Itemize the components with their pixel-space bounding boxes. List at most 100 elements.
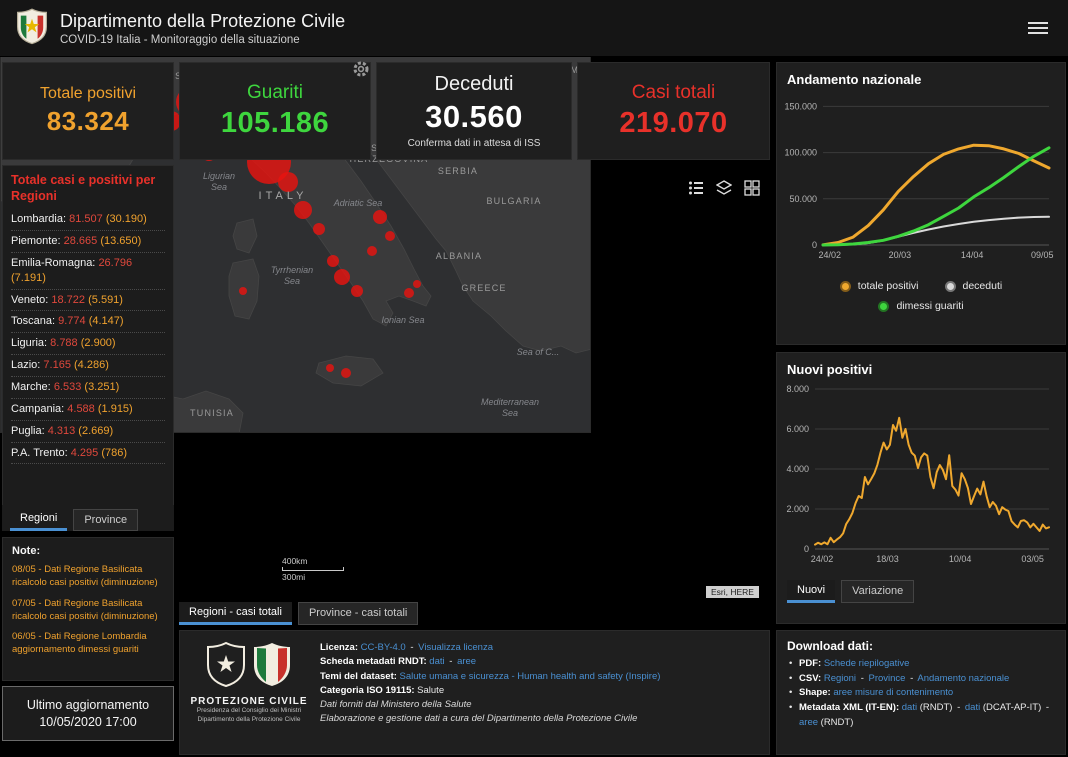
svg-text:18/03: 18/03: [876, 554, 899, 564]
region-name: Puglia:: [11, 424, 45, 437]
region-row-lazio[interactable]: Lazio: 7.165 (4.286): [11, 355, 165, 377]
tab-province[interactable]: Province: [73, 509, 139, 531]
metadata-dati-dcat-link[interactable]: dati: [965, 702, 980, 713]
tab-regioni[interactable]: Regioni: [10, 508, 68, 531]
region-name: Liguria:: [11, 337, 48, 350]
region-name: Lazio:: [11, 359, 41, 372]
separator: -: [910, 672, 914, 684]
region-positive: (2.669): [78, 424, 114, 437]
region-row-liguria[interactable]: Liguria: 8.788 (2.900): [11, 333, 165, 356]
region-name: Piemonte:: [11, 235, 61, 248]
separator: -: [957, 702, 961, 714]
regioni-list: Lombardia: 81.507 (30.190) Piemonte: 28.…: [11, 209, 165, 465]
note-item: 06/05 - Dati Regione Lombardia aggiornam…: [12, 631, 147, 656]
basemap-icon[interactable]: [744, 180, 760, 201]
region-row-piemonte[interactable]: Piemonte: 28.665 (13.650): [11, 231, 165, 253]
gear-icon[interactable]: [352, 60, 370, 78]
shape-label: Shape:: [799, 687, 831, 699]
svg-text:Adriatic Sea: Adriatic Sea: [333, 198, 383, 208]
region-total: 26.796: [98, 256, 133, 269]
tab-nuovi[interactable]: Nuovi: [787, 580, 836, 603]
region-row-lombardia[interactable]: Lombardia: 81.507 (30.190): [11, 209, 165, 232]
legend-dot: [944, 280, 956, 292]
region-total: 7.165: [43, 359, 71, 372]
region-row-puglia[interactable]: Puglia: 4.313 (2.669): [11, 421, 165, 443]
metadata-dati-rndt-link[interactable]: dati: [902, 702, 917, 713]
layers-icon[interactable]: [715, 180, 733, 201]
footer-logos: PROTEZIONE CIVILE Presidenza del Consigl…: [190, 639, 308, 746]
svg-text:6.000: 6.000: [786, 424, 809, 434]
temi-link[interactable]: Salute umana e sicurezza - Human health …: [400, 671, 661, 682]
sidebar-tabs: Regioni Province: [2, 505, 174, 531]
region-row-toscana[interactable]: Toscana: 9.774 (4.147): [11, 311, 165, 334]
last-update-box: Ultimo aggiornamento 10/05/2020 17:00: [2, 686, 174, 741]
metadata-aree-link[interactable]: aree: [799, 717, 818, 728]
region-row-veneto[interactable]: Veneto: 18.722 (5.591): [11, 290, 165, 312]
region-positive: (4.286): [74, 359, 109, 372]
card-deceduti: Deceduti 30.560 Conferma dati in attesa …: [376, 62, 572, 160]
metadati-aree-link[interactable]: aree: [457, 656, 476, 667]
chart-title: Andamento nazionale: [787, 72, 922, 87]
org-name: PROTEZIONE CIVILE: [190, 696, 308, 707]
card-value: 83.324: [46, 106, 130, 136]
download-metadata: Metadata XML (IT-EN): dati (RNDT) - dati…: [787, 701, 1055, 730]
temi-line: Temi del dataset: Salute umana e sicurez…: [320, 670, 759, 684]
svg-text:24/02: 24/02: [811, 554, 834, 564]
region-total: 6.533: [53, 381, 82, 393]
card-label: Casi totali: [631, 82, 716, 103]
tab-province-casi-totali[interactable]: Province - casi totali: [297, 602, 419, 625]
separator: -: [860, 672, 864, 684]
svg-text:14/04: 14/04: [961, 250, 984, 260]
legend-label: deceduti: [962, 280, 1003, 292]
org-line2: Dipartimento della Protezione Civile: [197, 715, 301, 723]
org-line1: Presidenza del Consiglio dei Ministri: [196, 707, 302, 714]
region-total: 4.588: [67, 402, 95, 415]
svg-text:SERBIA: SERBIA: [438, 166, 478, 176]
last-update-label: Ultimo aggiornamento: [26, 698, 150, 712]
svg-text:03/05: 03/05: [1021, 554, 1044, 564]
region-row-campania[interactable]: Campania: 4.588 (1.915): [11, 399, 165, 421]
separator: -: [1045, 702, 1050, 714]
csv-province-link[interactable]: Province: [869, 673, 906, 684]
separator: -: [410, 642, 414, 653]
region-row-emilia-romagna[interactable]: Emilia-Romagna: 26.796 (7.191): [11, 253, 165, 290]
region-name: Lombardia:: [11, 213, 67, 226]
map-tabs: Regioni - casi totali Province - casi to…: [179, 602, 770, 625]
svg-text:10/04: 10/04: [949, 554, 972, 564]
metadati-dati-link[interactable]: dati: [429, 656, 444, 667]
region-name: Veneto:: [11, 293, 49, 306]
metadati-label: Scheda metadati RNDT:: [320, 656, 427, 668]
tab-regioni-casi-totali[interactable]: Regioni - casi totali: [179, 602, 292, 625]
download-shape: Shape: aree misure di contenimento: [787, 686, 1055, 701]
nuovi-positivi-chart: 8.000 6.000 4.000 2.000 024/02 18/03 10/04 03/0…: [786, 384, 1050, 564]
menu-icon[interactable]: [1024, 18, 1052, 38]
legend-item-totale-positivi: totale positivi: [839, 280, 919, 292]
region-row-pa-trento[interactable]: P.A. Trento: 4.295 (786): [11, 443, 165, 465]
legend-icon[interactable]: [688, 180, 704, 201]
header: Dipartimento della Protezione Civile COV…: [0, 0, 1068, 57]
region-row-marche[interactable]: Marche: 6.533 (3.251): [11, 377, 165, 399]
licenza-label: Licenza:: [320, 642, 359, 653]
svg-text:20/03: 20/03: [889, 250, 912, 260]
region-positive: (2.900): [80, 337, 116, 350]
visualizza-licenza-link[interactable]: Visualizza licenza: [418, 642, 493, 653]
region-name: Emilia-Romagna:: [11, 256, 96, 269]
card-guariti: Guariti 105.186: [179, 62, 371, 160]
shape-link[interactable]: aree misure di contenimento: [833, 687, 953, 698]
csv-regioni-link[interactable]: Regioni: [824, 673, 856, 684]
tab-variazione[interactable]: Variazione: [841, 580, 915, 603]
download-pdf: PDF: Schede riepilogative: [787, 657, 1055, 672]
svg-text:ITALY: ITALY: [259, 190, 308, 202]
csv-andamento-link[interactable]: Andamento nazionale: [917, 673, 1009, 684]
svg-text:Sea of C...: Sea of C...: [517, 347, 560, 357]
licenza-link[interactable]: CC-BY-4.0: [361, 642, 406, 653]
fonte-line: Dati forniti dal Ministero della Salute: [320, 699, 472, 710]
region-total: 4.313: [47, 424, 76, 437]
chart-legend: totale positivi deceduti dimessi guariti: [777, 270, 1065, 312]
page-title: Dipartimento della Protezione Civile: [60, 10, 346, 31]
svg-text:Ionian Sea: Ionian Sea: [381, 315, 424, 325]
legend-item-dimessi-guariti: dimessi guariti: [878, 300, 964, 312]
protezione-civile-logo: [16, 7, 48, 50]
pdf-link[interactable]: Schede riepilogative: [824, 658, 910, 669]
card-value: 30.560: [425, 99, 523, 134]
